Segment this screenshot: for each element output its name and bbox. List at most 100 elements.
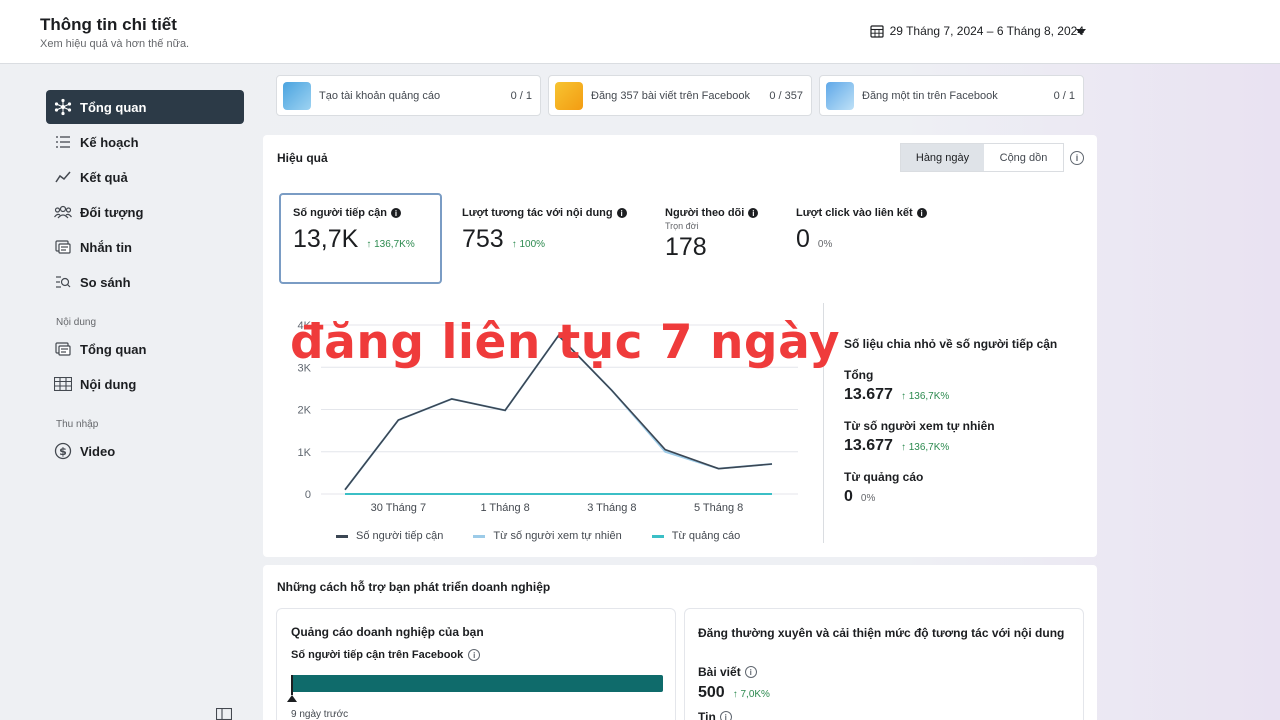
dollar-icon: $ [53,441,73,461]
sidebar-item-messages[interactable]: Nhắn tin [46,230,244,264]
sidebar-item-content-overview[interactable]: Tổng quan [46,332,244,366]
breakdown-title: Số liệu chia nhỏ về số người tiếp cận [844,337,1058,351]
info-icon[interactable]: i [719,711,732,720]
stories-label: Tin [698,710,716,720]
y-tick-label: 1K [298,447,312,459]
reach-bar-label: 9 ngày trước [291,709,349,720]
chart-legend: Số người tiếp cận Từ số người xem tự nhi… [336,530,740,542]
metric-delta: ↑ 136,7K% [366,239,415,250]
sidebar-section-content: Nội dung [56,317,97,328]
ad-business-card[interactable]: Quảng cáo doanh nghiệp của bạn Số người … [276,608,676,720]
svg-text:$: $ [59,445,67,458]
breakdown-delta: ↑ 136,7K% [900,442,950,453]
task-label: Tạo tài khoản quảng cáo [319,89,441,102]
sidebar-item-video[interactable]: $ Video [46,434,244,468]
page-title: Thông tin chi tiết [40,15,177,34]
sidebar-item-plan[interactable]: Kế hoạch [46,125,244,159]
metric-value: 0 [796,225,810,253]
metric-followers[interactable]: Người theo dõi i Trọn đời 178 [665,207,759,262]
info-icon[interactable]: i [916,208,927,218]
sidebar-item-overview[interactable]: Tổng quan [46,90,244,124]
metric-value: 753 [462,225,504,253]
sidebar-item-results[interactable]: Kết quả [46,160,244,194]
post-thumbnail-icon [555,81,583,110]
metric-label: Lượt click vào liên kết [796,207,913,219]
info-icon[interactable]: i [468,649,481,661]
task-label: Đăng 357 bài viết trên Facebook [591,89,750,102]
post-card-title: Đăng thường xuyên và cải thiện mức độ tư… [698,626,1065,640]
legend-item: Từ số người xem tự nhiên [473,530,622,542]
page-header: Thông tin chi tiết Xem hiệu quả và hơn t… [0,0,1280,64]
x-tick-label: 3 Tháng 8 [587,502,636,514]
task-story-facebook[interactable]: Đăng một tin trên Facebook 0 / 1 [819,75,1084,116]
reach-bar-marker [291,675,293,695]
metric-label: Số người tiếp cận [293,207,388,219]
date-range-picker[interactable]: 29 Tháng 7, 2024 – 6 Tháng 8, 2024 [870,24,1084,38]
breakdown-delta: 0% [860,493,876,504]
task-count: 0 / 1 [1053,89,1075,102]
support-card: Những cách hỗ trợ bạn phát triển doanh n… [263,565,1097,720]
post-frequency-card[interactable]: Đăng thường xuyên và cải thiện mức độ tư… [684,608,1084,720]
support-title: Những cách hỗ trợ bạn phát triển doanh n… [277,580,551,594]
posts-label: Bài viết [698,665,741,679]
story-thumbnail-icon [826,81,854,110]
metric-engagement[interactable]: Lượt tương tác với nội dung i 753 ↑ 100% [462,207,627,254]
sidebar-item-audience[interactable]: Đối tượng [46,195,244,229]
ad-account-thumbnail-icon [283,81,311,110]
results-icon [53,167,73,187]
posts-delta: ↑ 7,0K% [732,689,770,700]
metric-delta: 0% [817,239,833,250]
ad-card-title: Quảng cáo doanh nghiệp của bạn [291,625,484,639]
breakdown-label: Từ quảng cáo [844,470,924,484]
sidebar-item-label: Nội dung [80,376,137,392]
performance-title: Hiệu quả [277,151,328,165]
compare-icon [53,272,73,292]
legend-label: Từ số người xem tự nhiên [493,530,622,542]
collapse-sidebar-icon[interactable] [216,708,232,720]
legend-item: Số người tiếp cận [336,530,443,542]
reach-bar-fill [291,675,663,692]
audience-icon [53,202,73,222]
breakdown-value: 13.677 [844,386,893,403]
breakdown-label: Từ số người xem tự nhiên [844,419,995,433]
legend-item: Từ quảng cáo [651,530,741,542]
info-icon[interactable]: i [744,666,757,678]
sidebar-item-content[interactable]: Nội dung [46,367,244,401]
info-icon[interactable]: i [748,208,759,218]
content-overview-icon [53,339,73,359]
info-icon[interactable]: i [616,208,627,218]
triangle-marker-icon [287,695,297,702]
x-tick-label: 5 Tháng 8 [694,502,743,514]
metric-label: Người theo dõi [665,207,745,219]
sidebar-section-income: Thu nhập [56,419,99,430]
calendar-icon [870,25,884,38]
info-icon[interactable]: i [391,208,402,218]
posts-value: 500 [698,684,725,701]
reach-bar-track [291,675,663,692]
sidebar-item-label: Kết quả [80,169,128,185]
sidebar-item-label: Kế hoạch [80,134,139,150]
overlay-caption: đăng liên tục 7 ngày [290,315,840,370]
overview-icon [53,97,73,117]
metric-label: Lượt tương tác với nội dung [462,207,613,219]
chevron-down-icon[interactable] [1076,29,1086,35]
toggle-daily[interactable]: Hàng ngày [901,144,984,171]
sidebar-item-compare[interactable]: So sánh [46,265,244,299]
breakdown-delta: ↑ 136,7K% [900,391,950,402]
sidebar-item-label: Tổng quan [80,341,147,357]
sidebar-item-label: Video [80,443,116,459]
breakdown-value: 0 [844,488,853,505]
task-post-facebook[interactable]: Đăng 357 bài viết trên Facebook 0 / 357 [548,75,812,116]
metric-value: 13,7K [293,225,359,253]
metric-link-clicks[interactable]: Lượt click vào liên kết i 0 0% [796,207,927,254]
date-range-label: 29 Tháng 7, 2024 – 6 Tháng 8, 2024 [889,24,1084,38]
legend-label: Từ quảng cáo [671,530,741,542]
y-tick-label: 0 [305,489,311,501]
info-icon[interactable]: i [1070,151,1084,165]
metric-reach[interactable]: Số người tiếp cận i 13,7K ↑ 136,7K% [279,193,442,284]
metric-delta: ↑ 100% [511,239,546,250]
task-count: 0 / 357 [769,89,803,102]
task-ad-account[interactable]: Tạo tài khoản quảng cáo 0 / 1 [276,75,541,116]
toggle-cumulative[interactable]: Cộng dồn [984,144,1063,171]
legend-label: Số người tiếp cận [356,530,444,542]
